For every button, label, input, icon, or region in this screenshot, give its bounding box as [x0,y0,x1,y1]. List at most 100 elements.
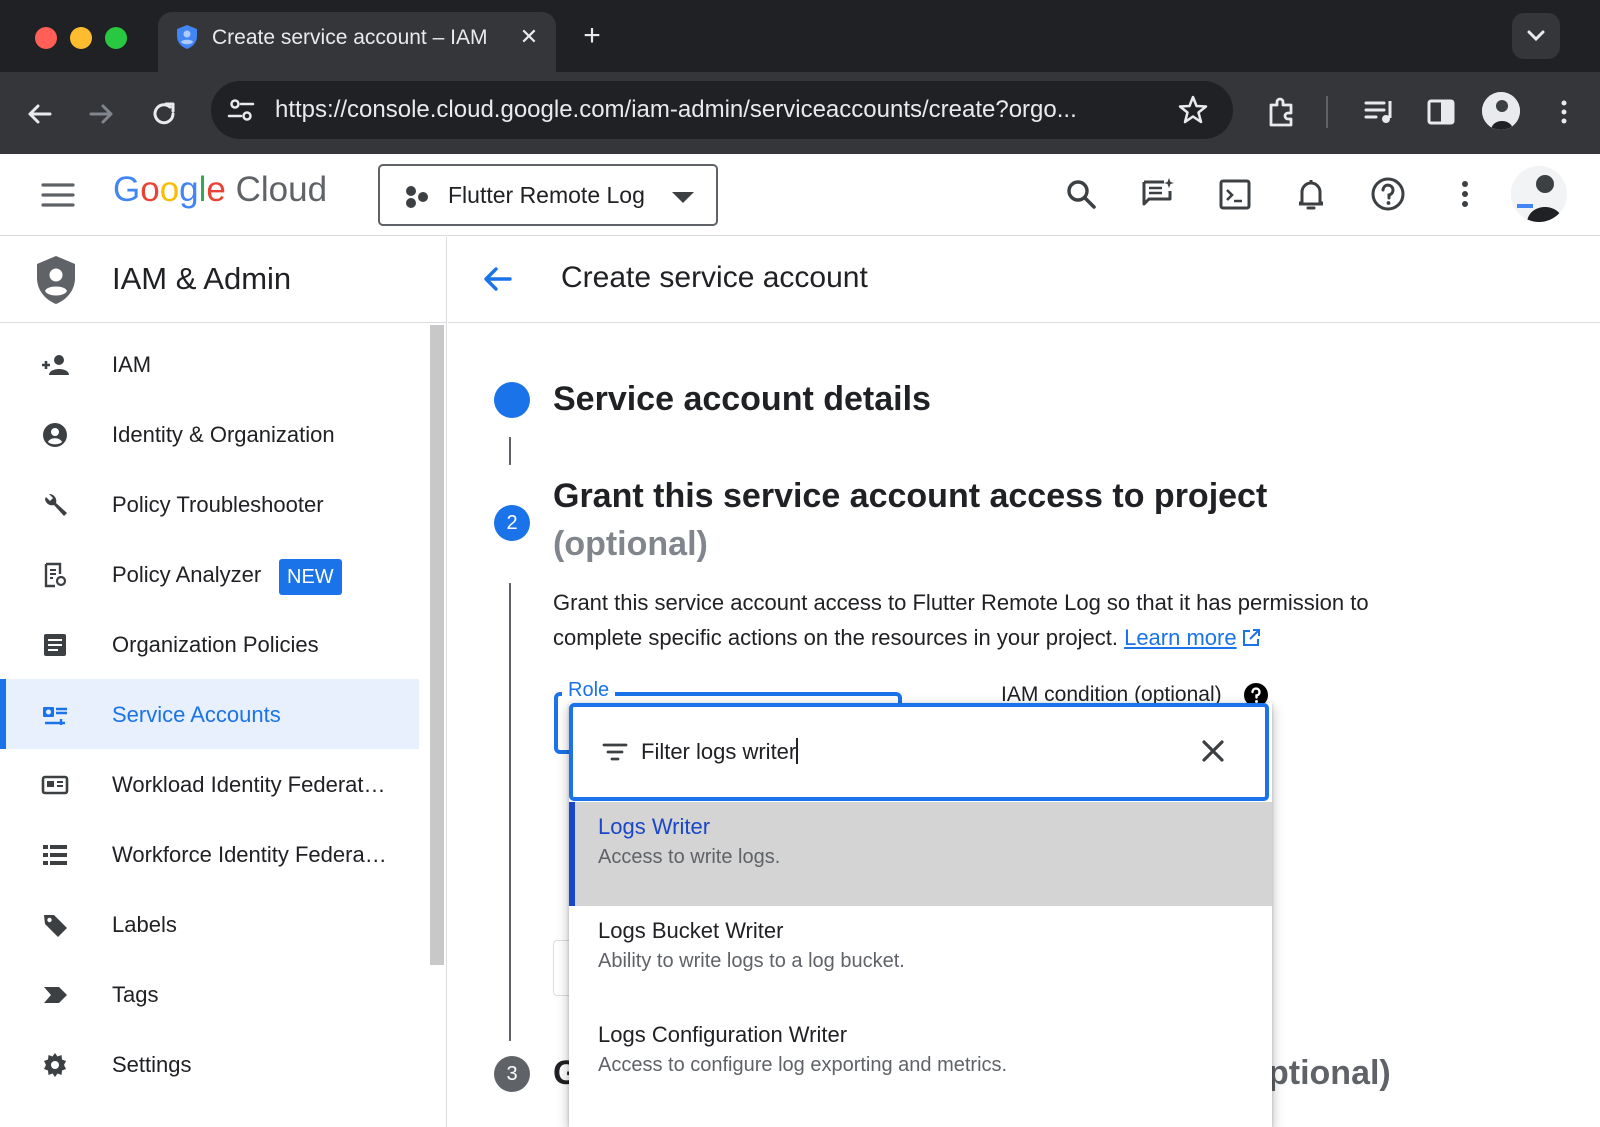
sidebar-item-organization-policies[interactable]: Organization Policies [0,609,419,679]
google-cloud-logo[interactable]: Google Cloud [113,170,327,216]
role-option-description: Access to configure log exporting and me… [598,1054,1008,1076]
logo-letter: o [140,170,160,209]
more-vert-icon[interactable] [1445,174,1485,214]
role-dropdown-panel: Filter logs writer Logs Writer Access to… [569,703,1272,1127]
browser-tab[interactable]: Create service account – IAM ✕ [158,12,556,72]
step-3-number: 3 [494,1056,530,1092]
cloud-shell-icon[interactable] [1215,174,1255,214]
account-circle-icon [43,423,67,447]
media-controls-icon[interactable] [1360,92,1400,132]
sidebar-title: IAM & Admin [112,261,292,296]
text-cursor [796,738,799,764]
sidebar-item-policy-analyzer[interactable]: Policy Analyzer NEW [0,539,419,609]
new-tab-button[interactable]: + [577,18,607,54]
reload-icon[interactable] [144,94,184,134]
feedback-icon[interactable] [1138,174,1178,214]
sidebar-item-policy-troubleshooter[interactable]: Policy Troubleshooter [0,469,419,539]
role-option[interactable]: Logs Writer Access to write logs. [569,802,1272,906]
sidebar-item-identity-organization[interactable]: Identity & Organization [0,399,419,469]
filter-icon [602,743,628,761]
learn-more-link[interactable]: Learn more [1124,625,1261,650]
step-1-title[interactable]: Service account details [553,380,931,419]
url-text[interactable]: https://console.cloud.google.com/iam-adm… [275,96,1155,124]
filter-text[interactable]: Filter logs writer [641,738,799,765]
account-photo [1511,166,1567,222]
tag-icon [44,987,67,1003]
sidebar-item-label: Policy Analyzer [112,562,262,587]
bookmark-star-icon[interactable] [1177,94,1209,126]
sidebar-item-label: Labels [112,912,177,937]
forward-icon[interactable] [81,94,121,134]
tab-title: Create service account – IAM [212,26,488,49]
sidebar-item-label: Organization Policies [112,632,319,657]
project-name: Flutter Remote Log [448,182,645,208]
step-connector [509,437,511,465]
logo-letter: G [113,170,141,209]
page-title: Create service account [561,261,868,294]
tab-close-icon[interactable]: ✕ [514,22,544,52]
sidebar-item-iam[interactable]: IAM [0,329,419,399]
clear-icon[interactable] [1197,735,1229,767]
step-2-title: Grant this service account access to pro… [553,477,1268,515]
toolbar-separator [1326,96,1328,128]
profile-photo [1482,92,1520,130]
external-link-icon [1242,629,1260,646]
sidebar-item-workload-identity-federation[interactable]: Workload Identity Federat… [0,749,419,819]
document-icon [44,634,66,656]
profile-avatar[interactable] [1482,92,1520,130]
step-2-optional: (optional) [553,525,708,563]
account-avatar[interactable] [1511,166,1567,222]
chevron-down-icon [1527,30,1545,42]
sidebar-header: IAM & Admin [0,237,447,323]
step-2-number: 2 [494,505,530,541]
back-arrow-icon[interactable] [480,261,516,297]
sidebar-item-labels[interactable]: Labels [0,889,419,959]
sidebar-item-label: Workload Identity Federat… [112,772,386,797]
step-connector [509,583,511,1041]
role-option-description: Access to write logs. [598,846,781,868]
role-option-title: Logs Configuration Writer [598,1022,848,1047]
site-info-icon[interactable] [225,94,257,126]
sidebar-item-label: IAM [112,352,152,377]
sidebar-item-service-accounts[interactable]: Service Accounts [0,679,419,749]
service-account-icon [43,707,67,725]
id-card-icon [41,775,69,795]
role-option[interactable]: Logs Configuration Writer Access to conf… [569,1010,1272,1114]
logo-letter: e [206,170,226,209]
sidebar-nav: IAM Identity & Organization Policy Troub… [0,323,430,1127]
role-option-title: Logs Bucket Writer [598,918,784,943]
window-minimize-button[interactable] [70,27,92,49]
address-bar[interactable]: https://console.cloud.google.com/iam-adm… [211,81,1233,139]
project-picker[interactable]: Flutter Remote Log [378,164,718,226]
role-option-description: Ability to write logs to a log bucket. [598,950,905,972]
sidebar-item-tags[interactable]: Tags [0,959,419,1029]
search-icon[interactable] [1061,174,1101,214]
help-icon[interactable] [1368,174,1408,214]
sidebar-item-label: Policy Troubleshooter [112,492,324,517]
role-option[interactable]: Logs Bucket Writer Ability to write logs… [569,906,1272,1010]
side-panel-icon[interactable] [1421,92,1461,132]
sidebar-item-settings[interactable]: Settings [0,1029,419,1099]
sidebar-scrollbar[interactable] [430,325,444,965]
dropdown-caret-icon [672,192,694,203]
filter-value: Filter logs writer [641,739,797,764]
gear-icon [44,1053,66,1077]
window-zoom-button[interactable] [105,27,127,49]
window-close-button[interactable] [35,27,57,49]
sidebar-item-workforce-identity-federation[interactable]: Workforce Identity Federa… [0,819,419,889]
learn-more-label: Learn more [1124,625,1237,650]
step-1-indicator[interactable] [494,382,530,418]
back-icon[interactable] [20,94,60,134]
tab-search-button[interactable] [1512,13,1560,59]
wrench-icon [45,493,67,516]
sidebar-item-label: Service Accounts [112,702,281,727]
main-menu-icon[interactable] [40,180,76,210]
logo-cloud-word: Cloud [235,170,328,209]
browser-menu-icon[interactable] [1544,92,1584,132]
step-3-title-end: ptional) [1268,1054,1391,1092]
role-filter-input[interactable]: Filter logs writer [569,703,1269,801]
role-option-title: Logs Writer [598,814,711,839]
new-badge: NEW [279,559,342,595]
extensions-icon[interactable] [1262,92,1302,132]
notifications-icon[interactable] [1291,174,1331,214]
